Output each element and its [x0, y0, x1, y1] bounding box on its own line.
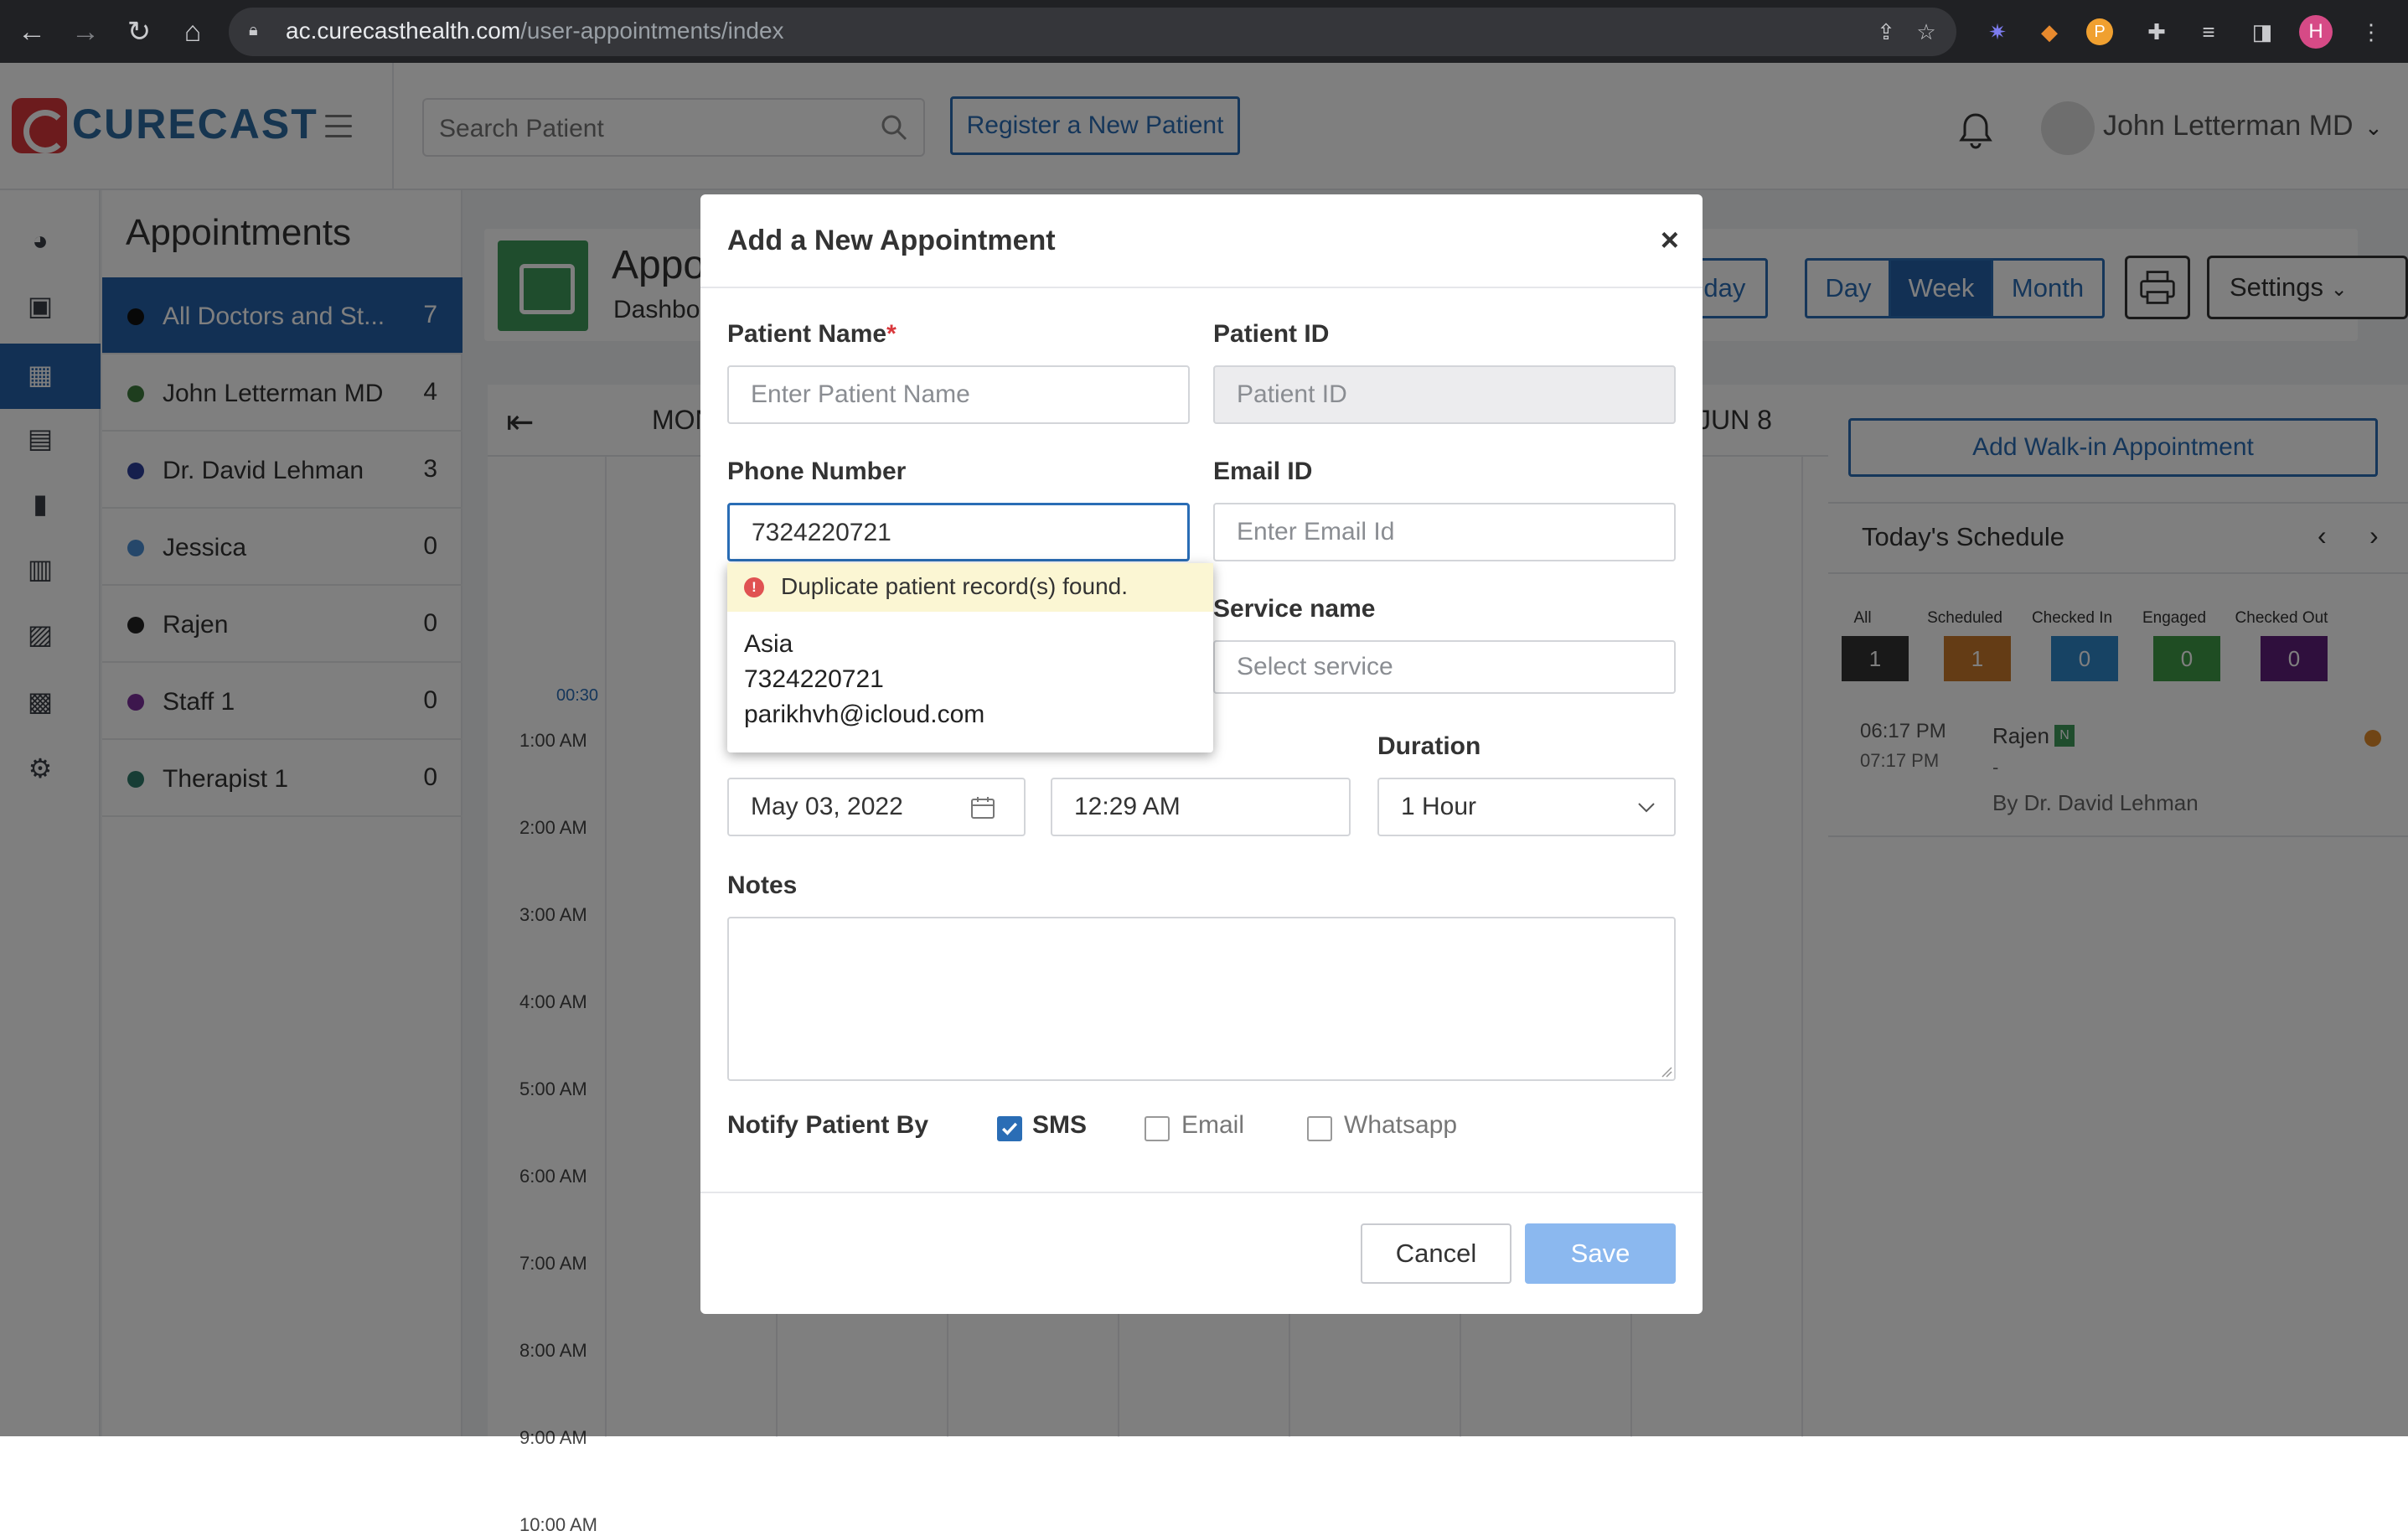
time-input[interactable]: 12:29 AM	[1051, 778, 1351, 836]
browser-menu-icon[interactable]: ⋮	[2354, 15, 2388, 49]
duplicate-patient-email[interactable]: parikhvh@icloud.com	[744, 701, 984, 729]
lock-icon: 🔒︎	[249, 21, 258, 39]
date-value: May 03, 2022	[751, 793, 903, 820]
extension-spark-icon[interactable]: ✷	[1981, 15, 2014, 49]
duplicate-patient-name[interactable]: Asia	[744, 630, 793, 659]
home-icon[interactable]: ⌂	[176, 15, 209, 49]
sms-checkbox[interactable]	[997, 1116, 1022, 1141]
address-bar[interactable]: 🔒︎ ac.curecasthealth.com/user-appointmen…	[229, 8, 1956, 56]
bookmark-star-icon[interactable]: ☆	[1909, 15, 1943, 49]
email-id-label: Email ID	[1213, 458, 1313, 485]
phone-number-label: Phone Number	[727, 458, 907, 485]
patient-id-label: Patient ID	[1213, 320, 1330, 348]
modal-header: Add a New Appointment ×	[700, 194, 1703, 288]
chevron-down-icon	[1638, 803, 1655, 813]
reload-icon[interactable]: ↻	[122, 15, 156, 49]
whatsapp-checkbox[interactable]	[1307, 1116, 1332, 1141]
alert-icon: !	[744, 577, 764, 597]
side-panel-icon[interactable]: ◨	[2245, 15, 2279, 49]
duplicate-patient-popup: ! Duplicate patient record(s) found. Asi…	[727, 563, 1213, 752]
calendar-icon[interactable]	[970, 796, 995, 820]
phone-number-input[interactable]: 7324220721	[727, 503, 1190, 561]
cancel-button[interactable]: Cancel	[1361, 1223, 1511, 1284]
resize-grip-icon[interactable]	[1659, 1064, 1672, 1078]
duplicate-patient-phone[interactable]: 7324220721	[744, 665, 884, 694]
required-mark: *	[886, 320, 897, 348]
forward-arrow-icon[interactable]: →	[69, 15, 102, 49]
browser-toolbar: ← → ↻ ⌂ 🔒︎ ac.curecasthealth.com/user-ap…	[0, 0, 2408, 63]
notify-patient-label: Notify Patient By	[727, 1111, 929, 1139]
sms-label[interactable]: SMS	[1032, 1111, 1087, 1140]
email-checkbox[interactable]	[1145, 1116, 1170, 1141]
profile-avatar[interactable]: H	[2299, 15, 2333, 49]
media-control-icon[interactable]: ≡	[2192, 15, 2225, 49]
patient-id-input: Patient ID	[1213, 365, 1676, 424]
patient-name-label: Patient Name*	[727, 320, 897, 348]
duplicate-warning: ! Duplicate patient record(s) found.	[727, 563, 1213, 612]
time-slot-label: 10:00 AM	[519, 1514, 597, 1535]
patient-name-input[interactable]: Enter Patient Name	[727, 365, 1190, 424]
notes-label: Notes	[727, 871, 798, 899]
email-option-label[interactable]: Email	[1181, 1111, 1244, 1140]
add-appointment-modal: Add a New Appointment × Patient Name* En…	[700, 194, 1703, 1314]
save-button[interactable]: Save	[1525, 1223, 1676, 1284]
extension-coin-icon[interactable]: P	[2086, 18, 2113, 45]
email-input[interactable]: Enter Email Id	[1213, 503, 1676, 561]
whatsapp-label[interactable]: Whatsapp	[1344, 1111, 1457, 1140]
close-icon[interactable]: ×	[1661, 223, 1679, 259]
back-arrow-icon[interactable]: ←	[15, 15, 49, 49]
duration-label: Duration	[1377, 732, 1481, 760]
modal-title: Add a New Appointment	[727, 225, 1056, 256]
extension-fox-icon[interactable]: ◆	[2033, 15, 2066, 49]
duration-value: 1 Hour	[1401, 793, 1477, 820]
share-icon[interactable]: ⇪	[1869, 15, 1903, 49]
notes-textarea[interactable]	[727, 917, 1676, 1081]
duplicate-warning-text: Duplicate patient record(s) found.	[781, 573, 1128, 599]
duration-select[interactable]: 1 Hour	[1377, 778, 1676, 836]
url-text: ac.curecasthealth.com/user-appointments/…	[286, 18, 784, 44]
app: CURECAST Register a New Patient John Let…	[0, 63, 2408, 1535]
service-select[interactable]: Select service	[1213, 640, 1676, 694]
extensions-puzzle-icon[interactable]: ✚	[2140, 15, 2173, 49]
date-input[interactable]: May 03, 2022	[727, 778, 1026, 836]
service-name-label: Service name	[1213, 595, 1376, 623]
